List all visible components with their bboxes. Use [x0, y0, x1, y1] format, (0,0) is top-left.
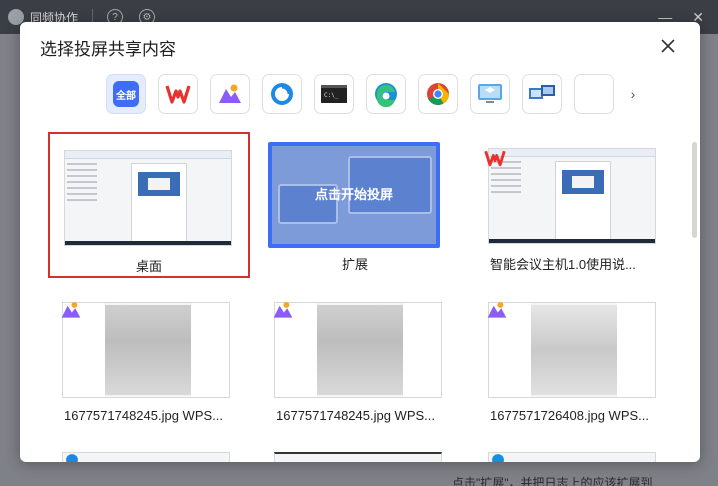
share-card-wps-manual[interactable]: 智能会议主机1.0使用说...	[474, 132, 676, 278]
terminal-icon: C:\_	[321, 85, 347, 103]
share-card-partial-2[interactable]	[274, 452, 442, 462]
app-filter-monitor[interactable]	[470, 74, 510, 114]
chrome-icon	[427, 83, 449, 105]
photo-thumbnail	[62, 302, 230, 398]
wps-icon	[165, 85, 191, 104]
share-card-photo-3[interactable]: 1677571726408.jpg WPS...	[474, 286, 676, 432]
background-hint-text: 点击"扩展"，并把日志上的应该扩展到	[452, 476, 653, 486]
photos-app-icon	[487, 301, 507, 318]
share-card-desktop[interactable]: 桌面	[48, 132, 250, 278]
card-label: 1677571726408.jpg WPS...	[490, 408, 650, 423]
wps-document-thumbnail	[488, 148, 656, 244]
photos-app-icon	[273, 301, 293, 318]
extend-thumbnail: 点击开始投屏	[268, 142, 440, 248]
share-card-partial-1[interactable]	[62, 452, 230, 462]
photos-app-icon	[61, 301, 81, 318]
photo-thumbnail	[488, 302, 656, 398]
chevron-right-icon[interactable]: ›	[626, 84, 640, 104]
share-screen-dialog: 选择投屏共享内容 全部 C:\_ › 桌面 点击开始投屏 扩展 智能会议主机1.…	[20, 22, 700, 462]
remote-desktop-icon	[529, 85, 555, 99]
share-card-extend[interactable]: 点击开始投屏 扩展	[254, 132, 456, 278]
edge-icon	[492, 454, 504, 462]
app-filter-photos[interactable]	[210, 74, 250, 114]
photos-app-icon	[219, 84, 241, 103]
app-filter-remote-desktop[interactable]	[522, 74, 562, 114]
app-filter-blank[interactable]	[574, 74, 614, 114]
desktop-thumbnail	[64, 150, 232, 246]
blue-circle-app-icon	[66, 454, 78, 462]
app-filter-terminal[interactable]: C:\_	[314, 74, 354, 114]
app-filter-edge[interactable]	[366, 74, 406, 114]
app-filter-wps[interactable]	[158, 74, 198, 114]
app-filter-chrome[interactable]	[418, 74, 458, 114]
card-label: 1677571748245.jpg WPS...	[64, 408, 224, 423]
share-card-partial-3[interactable]	[488, 452, 656, 462]
start-casting-overlay: 点击开始投屏	[314, 187, 393, 202]
close-dialog-button[interactable]	[656, 34, 680, 58]
app-filter-all[interactable]: 全部	[106, 74, 146, 114]
monitor-icon	[478, 84, 502, 103]
share-card-photo-2[interactable]: 1677571748245.jpg WPS...	[260, 286, 462, 432]
app-filter-strip: 全部 C:\_	[106, 74, 614, 114]
photo-thumbnail	[274, 302, 442, 398]
card-label: 扩展	[341, 257, 368, 272]
close-icon	[661, 39, 675, 53]
card-label: 智能会议主机1.0使用说...	[490, 257, 636, 272]
dialog-title: 选择投屏共享内容	[40, 40, 176, 59]
blue-circle-app-icon	[271, 83, 293, 105]
edge-icon	[375, 83, 397, 107]
wps-icon	[484, 150, 506, 167]
scrollbar-thumb[interactable]	[692, 142, 697, 238]
card-label: 桌面	[135, 259, 162, 274]
card-label: 1677571748245.jpg WPS...	[276, 408, 436, 423]
svg-text:C:\_: C:\_	[324, 92, 339, 99]
share-card-photo-1[interactable]: 1677571748245.jpg WPS...	[48, 286, 250, 432]
app-filter-clock[interactable]	[262, 74, 302, 114]
all-apps-label: 全部	[113, 81, 139, 107]
